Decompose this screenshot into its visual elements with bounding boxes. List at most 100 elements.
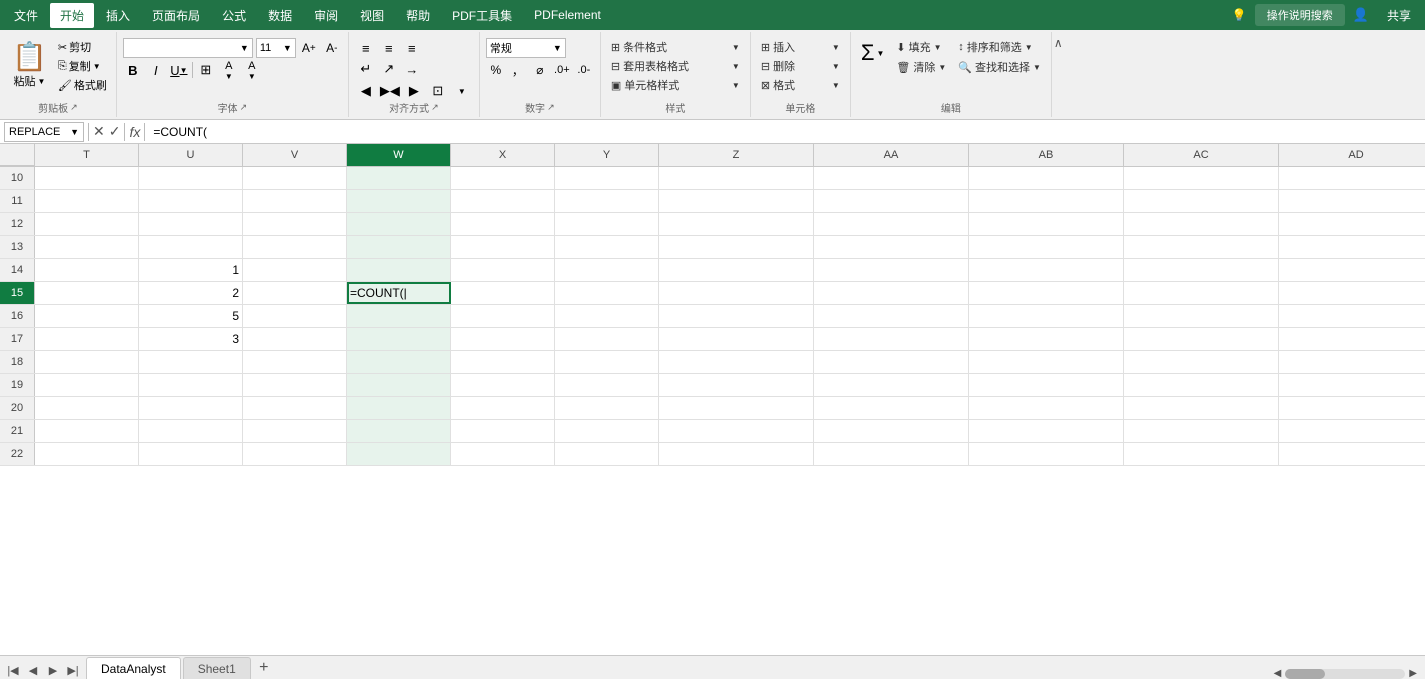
cell-Y15[interactable]	[555, 282, 659, 304]
grid-body[interactable]: 10 11	[0, 167, 1425, 655]
cell-V14[interactable]	[243, 259, 347, 281]
horizontal-scrollbar[interactable]: ◀ ▶	[1274, 668, 1425, 679]
cell-W17[interactable]	[347, 328, 451, 350]
formula-input[interactable]	[149, 121, 1421, 143]
cell-Z10[interactable]	[659, 167, 814, 189]
cell-X15[interactable]	[451, 282, 555, 304]
cell-AC18[interactable]	[1124, 351, 1279, 373]
menu-pdf-tools[interactable]: PDF工具集	[442, 3, 522, 28]
cell-Z14[interactable]	[659, 259, 814, 281]
cell-AB12[interactable]	[969, 213, 1124, 235]
cell-AB11[interactable]	[969, 190, 1124, 212]
cell-U10[interactable]	[139, 167, 243, 189]
cell-V19[interactable]	[243, 374, 347, 396]
currency-button[interactable]: %	[486, 60, 506, 80]
cell-Y19[interactable]	[555, 374, 659, 396]
select-all-button[interactable]	[0, 144, 35, 166]
cell-AC19[interactable]	[1124, 374, 1279, 396]
cell-X20[interactable]	[451, 397, 555, 419]
fx-button[interactable]: fx	[129, 124, 140, 140]
row-num-12[interactable]: 12	[0, 213, 35, 235]
cell-Y12[interactable]	[555, 213, 659, 235]
cell-AC15[interactable]	[1124, 282, 1279, 304]
cell-T21[interactable]	[35, 420, 139, 442]
cell-Y20[interactable]	[555, 397, 659, 419]
cell-W10[interactable]	[347, 167, 451, 189]
cell-AB15[interactable]	[969, 282, 1124, 304]
cell-U16[interactable]: 5	[139, 305, 243, 327]
cell-T11[interactable]	[35, 190, 139, 212]
sheet-tab-sheet1[interactable]: Sheet1	[183, 657, 251, 679]
cell-AA10[interactable]	[814, 167, 969, 189]
cell-U21[interactable]	[139, 420, 243, 442]
row-num-16[interactable]: 16	[0, 305, 35, 327]
col-header-W[interactable]: W	[347, 144, 451, 166]
copy-button[interactable]: ⎘ 复制 ▼	[55, 57, 110, 75]
cell-AD20[interactable]	[1279, 397, 1425, 419]
format-button[interactable]: ⊠ 格式 ▼	[757, 76, 844, 94]
cell-AC14[interactable]	[1124, 259, 1279, 281]
cell-AA17[interactable]	[814, 328, 969, 350]
row-num-18[interactable]: 18	[0, 351, 35, 373]
indent-button[interactable]: →	[401, 59, 423, 79]
cell-AA22[interactable]	[814, 443, 969, 465]
cell-V21[interactable]	[243, 420, 347, 442]
cell-Z15[interactable]	[659, 282, 814, 304]
row-num-21[interactable]: 21	[0, 420, 35, 442]
cell-Z21[interactable]	[659, 420, 814, 442]
cell-Y18[interactable]	[555, 351, 659, 373]
scroll-thumb[interactable]	[1285, 669, 1325, 679]
font-size-decrease-button[interactable]: A-	[322, 38, 342, 58]
scroll-track[interactable]	[1285, 669, 1405, 679]
cell-X22[interactable]	[451, 443, 555, 465]
menu-insert[interactable]: 插入	[96, 3, 140, 28]
cell-T17[interactable]	[35, 328, 139, 350]
cell-U17[interactable]: 3	[139, 328, 243, 350]
cell-AA18[interactable]	[814, 351, 969, 373]
paste-button[interactable]: 📋 粘贴 ▼	[6, 38, 53, 91]
cell-T15[interactable]	[35, 282, 139, 304]
scroll-right-icon[interactable]: ▶	[1409, 668, 1417, 679]
cell-AD10[interactable]	[1279, 167, 1425, 189]
cell-V20[interactable]	[243, 397, 347, 419]
cell-AD21[interactable]	[1279, 420, 1425, 442]
cell-U18[interactable]	[139, 351, 243, 373]
italic-button[interactable]: I	[146, 60, 166, 80]
merge-dropdown[interactable]: ▼	[451, 81, 473, 101]
cell-AC12[interactable]	[1124, 213, 1279, 235]
share-button[interactable]: 共享	[1377, 4, 1421, 27]
merge-button[interactable]: ⊡	[427, 81, 449, 101]
user-icon[interactable]: 👤	[1353, 7, 1369, 23]
cell-Y16[interactable]	[555, 305, 659, 327]
comma-button[interactable]: ⌀	[530, 60, 550, 80]
font-size-selector[interactable]: 11 ▼	[256, 38, 296, 58]
cell-U14[interactable]: 1	[139, 259, 243, 281]
insert-button[interactable]: ⊞ 插入 ▼	[757, 38, 844, 56]
cell-V17[interactable]	[243, 328, 347, 350]
cell-U11[interactable]	[139, 190, 243, 212]
sheet-nav-prev[interactable]: ◀	[24, 661, 42, 679]
col-header-V[interactable]: V	[243, 144, 347, 166]
alignment-expand-icon[interactable]: ↗	[431, 102, 439, 113]
cell-W19[interactable]	[347, 374, 451, 396]
row-num-13[interactable]: 13	[0, 236, 35, 258]
menu-data[interactable]: 数据	[258, 3, 302, 28]
cell-AB19[interactable]	[969, 374, 1124, 396]
cell-AC22[interactable]	[1124, 443, 1279, 465]
col-header-Y[interactable]: Y	[555, 144, 659, 166]
cell-AA16[interactable]	[814, 305, 969, 327]
cell-T22[interactable]	[35, 443, 139, 465]
cell-W11[interactable]	[347, 190, 451, 212]
fill-button[interactable]: ⬇ 填充 ▼	[892, 38, 950, 56]
font-size-increase-button[interactable]: A+	[299, 38, 319, 58]
cell-AD22[interactable]	[1279, 443, 1425, 465]
cell-AB13[interactable]	[969, 236, 1124, 258]
cell-X18[interactable]	[451, 351, 555, 373]
cell-AD14[interactable]	[1279, 259, 1425, 281]
percent-button[interactable]: ，	[508, 60, 528, 80]
ribbon-collapse-button[interactable]: ∧	[1052, 32, 1065, 117]
menu-view[interactable]: 视图	[350, 3, 394, 28]
row-num-20[interactable]: 20	[0, 397, 35, 419]
cell-AB10[interactable]	[969, 167, 1124, 189]
underline-button[interactable]: U ▼	[169, 60, 189, 80]
